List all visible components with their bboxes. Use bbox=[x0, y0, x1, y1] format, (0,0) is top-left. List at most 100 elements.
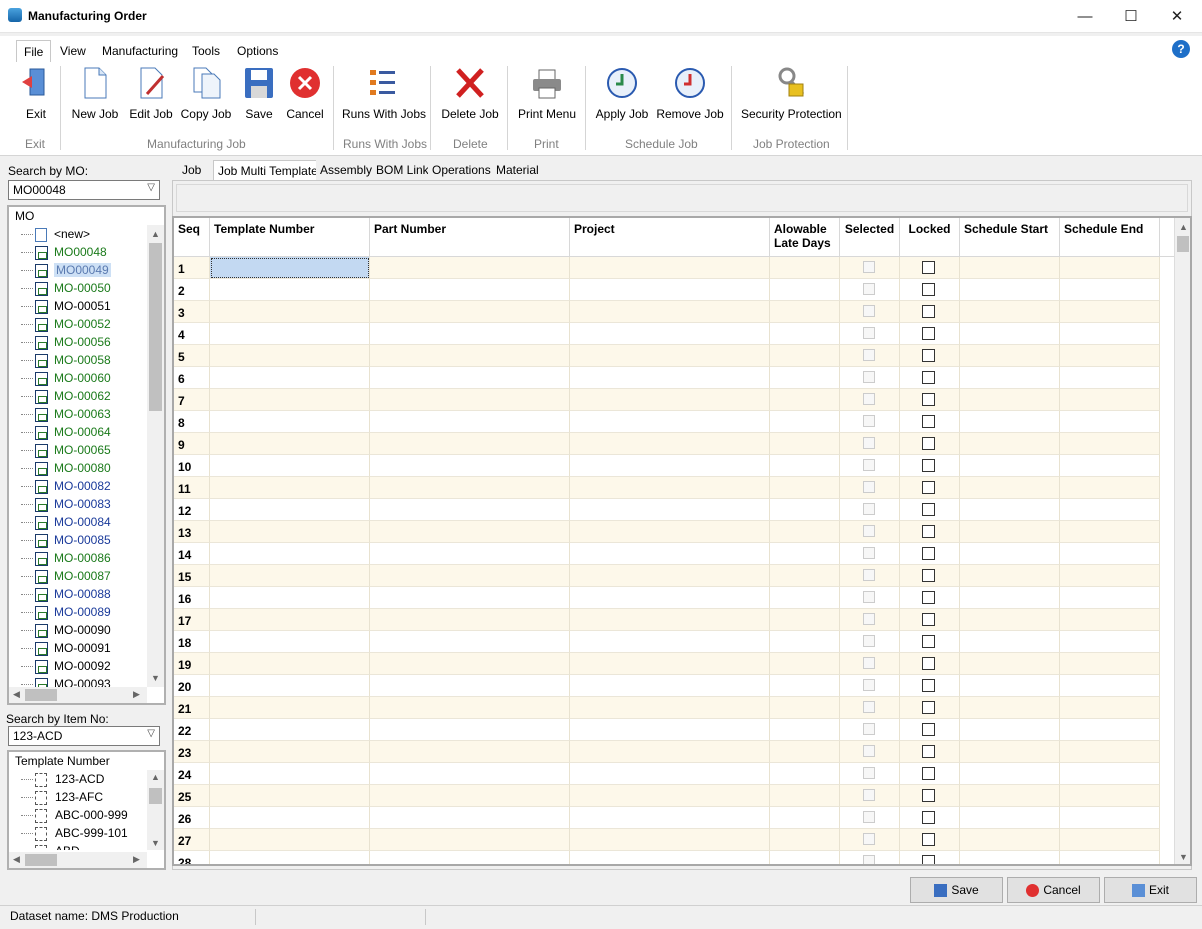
tree-node-template[interactable]: ABC-999-101 bbox=[21, 826, 128, 844]
grid-cell[interactable] bbox=[770, 477, 840, 499]
tree-node-mo[interactable]: MO00049 bbox=[21, 263, 111, 281]
grid-cell[interactable] bbox=[570, 653, 770, 675]
grid-cell[interactable] bbox=[370, 565, 570, 587]
locked-cell[interactable] bbox=[900, 631, 960, 653]
grid-cell[interactable] bbox=[210, 345, 370, 367]
mo-tree-scrollbar[interactable]: ▲ ▼ bbox=[147, 225, 164, 687]
grid-cell[interactable] bbox=[570, 631, 770, 653]
selected-checkbox[interactable] bbox=[863, 525, 875, 537]
col-header-project[interactable]: Project bbox=[570, 218, 770, 257]
selected-cell[interactable] bbox=[840, 807, 900, 829]
grid-cell[interactable] bbox=[770, 521, 840, 543]
locked-cell[interactable] bbox=[900, 499, 960, 521]
locked-checkbox[interactable] bbox=[922, 349, 935, 362]
grid-cell[interactable] bbox=[370, 521, 570, 543]
grid-cell[interactable] bbox=[570, 455, 770, 477]
table-row[interactable]: 15 bbox=[174, 565, 1160, 587]
tree-node-mo[interactable]: MO-00084 bbox=[21, 515, 111, 533]
table-row[interactable]: 16 bbox=[174, 587, 1160, 609]
scroll-thumb[interactable] bbox=[25, 854, 57, 866]
grid-cell[interactable] bbox=[570, 521, 770, 543]
selected-checkbox[interactable] bbox=[863, 855, 875, 864]
selected-checkbox[interactable] bbox=[863, 261, 875, 273]
table-row[interactable]: 18 bbox=[174, 631, 1160, 653]
scroll-down-icon[interactable]: ▼ bbox=[151, 838, 160, 848]
grid-cell[interactable] bbox=[210, 829, 370, 851]
grid-cell[interactable] bbox=[570, 697, 770, 719]
cancel-button[interactable]: Cancel bbox=[1007, 877, 1100, 903]
tree-node-mo[interactable]: MO-00091 bbox=[21, 641, 111, 659]
locked-cell[interactable] bbox=[900, 785, 960, 807]
grid-cell[interactable] bbox=[960, 455, 1060, 477]
tab-material[interactable]: Material bbox=[492, 160, 543, 180]
selected-checkbox[interactable] bbox=[863, 459, 875, 471]
grid-cell[interactable] bbox=[960, 719, 1060, 741]
selected-cell[interactable] bbox=[840, 609, 900, 631]
selected-checkbox[interactable] bbox=[863, 437, 875, 449]
locked-cell[interactable] bbox=[900, 763, 960, 785]
grid-cell[interactable] bbox=[1060, 609, 1160, 631]
grid-scrollbar[interactable]: ▲ ▼ bbox=[1174, 218, 1190, 864]
table-row[interactable]: 5 bbox=[174, 345, 1160, 367]
menu-options[interactable]: Options bbox=[230, 40, 285, 62]
scroll-left-icon[interactable]: ◀ bbox=[13, 689, 20, 700]
table-row[interactable]: 14 bbox=[174, 543, 1160, 565]
tree-node-mo[interactable]: MO-00052 bbox=[21, 317, 111, 335]
grid-cell[interactable] bbox=[1060, 301, 1160, 323]
scroll-right-icon[interactable]: ▶ bbox=[133, 854, 140, 865]
tree-node-mo[interactable]: MO-00058 bbox=[21, 353, 111, 371]
locked-checkbox[interactable] bbox=[922, 613, 935, 626]
table-row[interactable]: 9 bbox=[174, 433, 1160, 455]
grid-cell[interactable] bbox=[210, 587, 370, 609]
grid-cell[interactable] bbox=[1060, 697, 1160, 719]
selected-cell[interactable] bbox=[840, 389, 900, 411]
selected-cell[interactable] bbox=[840, 785, 900, 807]
locked-checkbox[interactable] bbox=[922, 701, 935, 714]
grid-cell[interactable] bbox=[210, 477, 370, 499]
grid-cell[interactable] bbox=[570, 807, 770, 829]
grid-cell[interactable] bbox=[1060, 257, 1160, 279]
grid-cell[interactable] bbox=[370, 675, 570, 697]
table-row[interactable]: 17 bbox=[174, 609, 1160, 631]
grid-cell[interactable] bbox=[210, 609, 370, 631]
grid-cell[interactable] bbox=[210, 851, 370, 864]
tab-operations[interactable]: Operations bbox=[428, 160, 495, 180]
selected-cell[interactable] bbox=[840, 455, 900, 477]
help-icon[interactable]: ? bbox=[1172, 40, 1190, 58]
locked-checkbox[interactable] bbox=[922, 657, 935, 670]
tree-node-mo[interactable]: MO-00080 bbox=[21, 461, 111, 479]
grid-cell[interactable] bbox=[960, 543, 1060, 565]
selected-checkbox[interactable] bbox=[863, 569, 875, 581]
grid-cell[interactable] bbox=[770, 807, 840, 829]
grid-cell[interactable] bbox=[370, 697, 570, 719]
grid-cell[interactable] bbox=[370, 653, 570, 675]
template-tree-hscrollbar[interactable]: ◀ ▶ bbox=[9, 852, 147, 868]
grid-cell[interactable] bbox=[770, 741, 840, 763]
grid-cell[interactable] bbox=[370, 631, 570, 653]
selected-cell[interactable] bbox=[840, 521, 900, 543]
locked-checkbox[interactable] bbox=[922, 459, 935, 472]
selected-cell[interactable] bbox=[840, 851, 900, 864]
grid-cell[interactable] bbox=[570, 389, 770, 411]
grid-cell[interactable] bbox=[1060, 785, 1160, 807]
grid-cell[interactable] bbox=[770, 719, 840, 741]
selected-cell[interactable] bbox=[840, 543, 900, 565]
locked-cell[interactable] bbox=[900, 543, 960, 565]
locked-checkbox[interactable] bbox=[922, 789, 935, 802]
grid-cell[interactable] bbox=[770, 301, 840, 323]
grid-cell[interactable] bbox=[570, 411, 770, 433]
grid-cell[interactable] bbox=[210, 301, 370, 323]
grid-cell[interactable] bbox=[210, 455, 370, 477]
tree-node-template[interactable]: 123-AFC bbox=[21, 790, 103, 808]
grid-cell[interactable] bbox=[1060, 433, 1160, 455]
grid-cell[interactable] bbox=[1060, 807, 1160, 829]
scroll-thumb[interactable] bbox=[149, 243, 162, 411]
grid-cell[interactable] bbox=[960, 411, 1060, 433]
locked-cell[interactable] bbox=[900, 587, 960, 609]
table-row[interactable]: 1 bbox=[174, 257, 1160, 279]
tree-node-mo[interactable]: MO-00085 bbox=[21, 533, 111, 551]
col-header-selected[interactable]: Selected bbox=[840, 218, 900, 257]
grid-cell[interactable] bbox=[570, 719, 770, 741]
grid-cell[interactable] bbox=[770, 433, 840, 455]
grid-cell[interactable] bbox=[960, 741, 1060, 763]
